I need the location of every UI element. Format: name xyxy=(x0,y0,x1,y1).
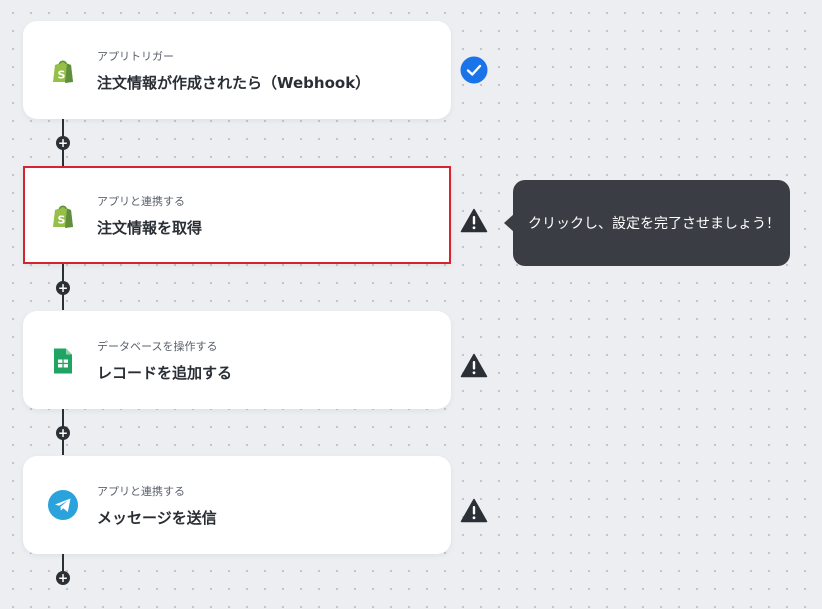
tooltip-text: クリックし、設定を完了させましょう！ xyxy=(528,216,780,232)
step-title: 注文情報が作成されたら（Webhook） xyxy=(97,74,371,92)
warning-icon xyxy=(460,497,488,525)
step-category: アプリと連携する xyxy=(97,195,185,208)
step-category: データベースを操作する xyxy=(97,340,218,353)
check-icon xyxy=(460,56,488,84)
warning-icon xyxy=(460,352,488,380)
svg-text:S: S xyxy=(58,69,66,82)
step-title: レコードを追加する xyxy=(97,364,233,382)
step-category: アプリトリガー xyxy=(97,50,174,63)
flow-step-trigger[interactable]: S アプリトリガー 注文情報が作成されたら（Webhook） xyxy=(23,21,451,119)
add-step-button[interactable]: + xyxy=(56,281,70,295)
flow-step-send-message[interactable]: アプリと連携する メッセージを送信 xyxy=(23,456,451,554)
add-step-button[interactable]: + xyxy=(56,136,70,150)
shopify-icon: S xyxy=(50,57,76,85)
step-category: アプリと連携する xyxy=(97,485,185,498)
step-title: メッセージを送信 xyxy=(97,509,217,527)
add-step-button[interactable]: + xyxy=(56,571,70,585)
setup-hint-tooltip: クリックし、設定を完了させましょう！ xyxy=(504,180,790,266)
svg-text:S: S xyxy=(58,214,66,227)
step-title: 注文情報を取得 xyxy=(97,219,203,237)
shopify-icon: S xyxy=(50,202,76,230)
warning-icon xyxy=(460,207,488,235)
flow-step-get-order[interactable]: S アプリと連携する 注文情報を取得 xyxy=(23,166,451,264)
google-sheets-icon xyxy=(50,347,76,375)
add-step-button[interactable]: + xyxy=(56,426,70,440)
telegram-icon xyxy=(48,490,78,520)
flow-step-add-record[interactable]: データベースを操作する レコードを追加する xyxy=(23,311,451,409)
